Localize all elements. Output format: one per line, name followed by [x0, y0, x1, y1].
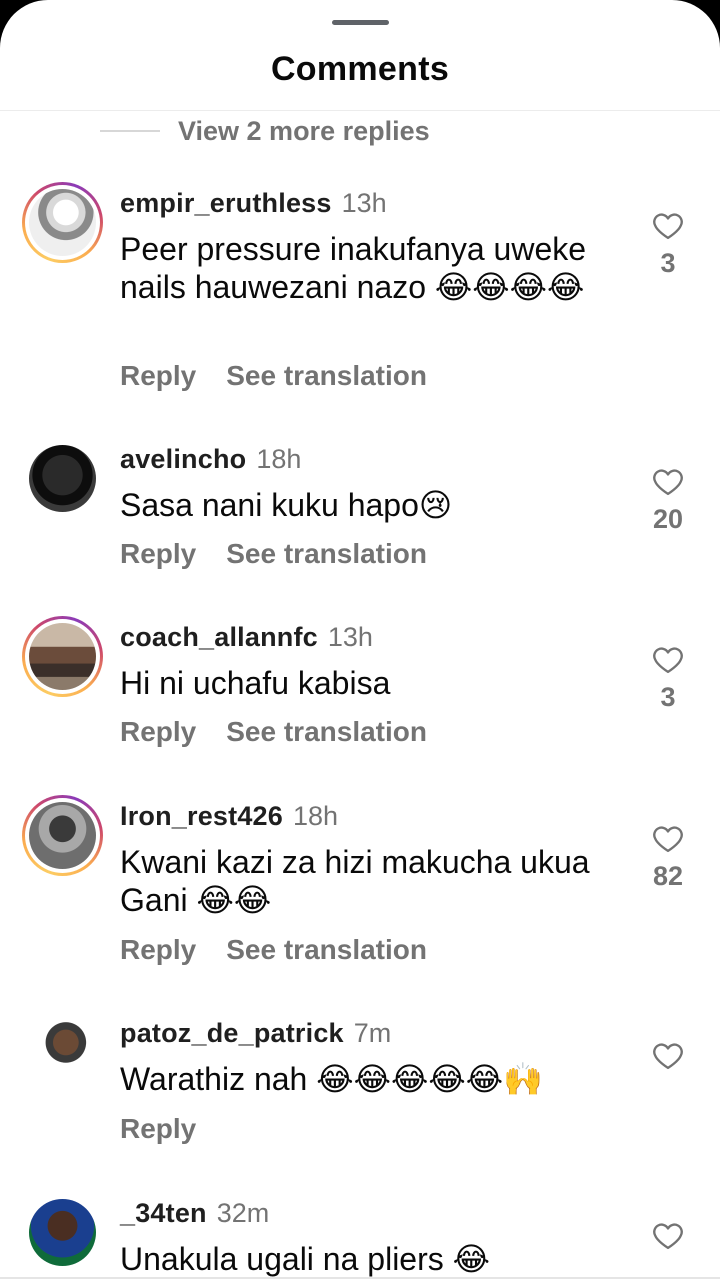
see-translation-button[interactable]: See translation — [226, 360, 427, 391]
like-button[interactable] — [638, 1222, 698, 1250]
comment-username[interactable]: empir_eruthless — [120, 188, 332, 218]
avatar[interactable] — [22, 795, 103, 876]
avatar-image — [29, 1199, 96, 1266]
avatar-image — [29, 189, 96, 256]
avatar[interactable] — [22, 438, 103, 519]
see-translation-button[interactable]: See translation — [226, 716, 427, 747]
avatar-image — [29, 1019, 96, 1086]
avatar[interactable] — [22, 1012, 103, 1093]
comment-time: 13h — [341, 188, 387, 218]
comment-username[interactable]: coach_allannfc — [120, 622, 318, 652]
comment-username[interactable]: Iron_rest426 — [120, 801, 283, 831]
reply-button[interactable]: Reply — [120, 360, 196, 391]
comment-time: 32m — [216, 1198, 270, 1228]
comment-text: Sasa nani kuku hapo😢 — [120, 487, 453, 523]
like-button[interactable]: 82 — [638, 825, 698, 892]
comment-text: Kwani kazi za hizi makucha ukua Gani 😂😂 — [120, 844, 590, 918]
reply-button[interactable]: Reply — [120, 716, 196, 747]
view-more-replies-label: View 2 more replies — [178, 115, 430, 146]
avatar[interactable] — [22, 182, 103, 263]
comment-text: Unakula ugali na pliers 😂 — [120, 1241, 491, 1277]
see-translation-button[interactable]: See translation — [226, 934, 427, 965]
comment-username[interactable]: avelincho — [120, 444, 246, 474]
reply-button[interactable]: Reply — [120, 538, 196, 569]
comment-text: Peer pressure inakufanya uweke nails hau… — [120, 231, 587, 305]
comment-username[interactable]: patoz_de_patrick — [120, 1018, 344, 1048]
see-translation-button[interactable]: See translation — [226, 538, 427, 569]
heart-icon — [653, 469, 683, 496]
like-count: 82 — [652, 861, 684, 891]
avatar-image — [29, 802, 96, 869]
like-button[interactable]: 20 — [638, 468, 698, 535]
like-count: 3 — [660, 248, 676, 278]
heart-icon — [653, 213, 683, 240]
comments-sheet: Comments View 2 more replies empir_eruth… — [0, 0, 720, 1279]
comment-time: 18h — [293, 801, 339, 831]
drag-handle[interactable] — [332, 20, 389, 25]
comment-time: 13h — [327, 622, 373, 652]
like-count: 20 — [652, 504, 684, 534]
comment-text: Hi ni uchafu kabisa — [120, 665, 391, 701]
reply-button[interactable]: Reply — [120, 1113, 196, 1144]
header-divider — [0, 110, 720, 111]
view-more-replies[interactable]: View 2 more replies — [100, 116, 430, 146]
comment-time: 18h — [256, 444, 302, 474]
heart-icon — [653, 826, 683, 853]
like-button[interactable]: 3 — [638, 646, 698, 713]
avatar[interactable] — [22, 1192, 103, 1273]
heart-icon — [653, 1223, 683, 1250]
avatar-image — [29, 623, 96, 690]
like-button[interactable] — [638, 1042, 698, 1070]
heart-icon — [653, 647, 683, 674]
like-count: 3 — [660, 682, 676, 712]
sheet-title: Comments — [270, 50, 450, 88]
comment-username[interactable]: _34ten — [120, 1198, 207, 1228]
heart-icon — [653, 1043, 683, 1070]
more-replies-line — [100, 130, 160, 132]
reply-button[interactable]: Reply — [120, 934, 196, 965]
comment-text: Warathiz nah 😂😂😂😂😂🙌 — [120, 1061, 544, 1097]
like-button[interactable]: 3 — [638, 212, 698, 279]
avatar-image — [29, 445, 96, 512]
avatar[interactable] — [22, 616, 103, 697]
comment-time: 7m — [353, 1018, 392, 1048]
